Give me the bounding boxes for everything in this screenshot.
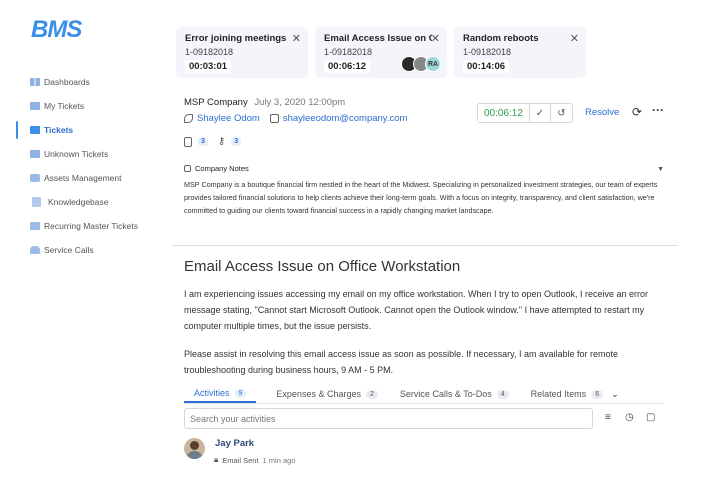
- company-notes-header[interactable]: Company Notes: [184, 164, 664, 173]
- ticket-contact: Shaylee Odom shayleeodom@company.com: [184, 113, 407, 124]
- sidebar-item-label: Dashboards: [44, 77, 90, 87]
- phone-icon: [184, 114, 193, 123]
- tab-related-items[interactable]: Related Items 6: [529, 385, 605, 403]
- tab-service-calls-todos[interactable]: Service Calls & To-Dos 4: [398, 385, 511, 403]
- viewer-avatars: RA: [401, 56, 441, 72]
- ticket-tab[interactable]: Error joining meetings 1-09182018 00:03:…: [176, 27, 308, 78]
- avatar: RA: [425, 56, 441, 72]
- description-paragraph: I am experiencing issues accessing my em…: [184, 289, 649, 331]
- ticket-icon: [30, 102, 40, 110]
- company-notes: Company Notes ▼ MSP Company is a boutiqu…: [184, 164, 664, 217]
- ticket-date: July 3, 2020 12:00pm: [254, 97, 346, 108]
- avatar: [184, 438, 205, 459]
- ticket-tab-title: Random reboots: [463, 33, 539, 44]
- ticket-tab-number: 1-09182018: [463, 47, 512, 57]
- refresh-icon[interactable]: ⟳: [632, 105, 642, 119]
- sidebar-item-my-tickets[interactable]: My Tickets: [0, 94, 170, 118]
- tab-activities[interactable]: Activities 9: [184, 385, 257, 403]
- ticket-tab-timer: 00:14:06: [463, 60, 510, 73]
- activity-time: 1 min ago: [262, 455, 296, 465]
- sidebar-item-dashboards[interactable]: Dashboards: [0, 70, 170, 94]
- email-icon: [269, 114, 279, 123]
- divider: [172, 245, 678, 246]
- chevron-down-icon[interactable]: ▼: [657, 166, 664, 173]
- ticket-tab-number: 1-09182018: [185, 47, 234, 57]
- chevron-down-icon[interactable]: ⌄: [611, 389, 619, 400]
- sidebar-item-knowledgebase[interactable]: Knowledgebase: [0, 190, 170, 214]
- sidebar-item-tickets[interactable]: Tickets: [0, 118, 170, 142]
- key-icon[interactable]: ⚷: [218, 136, 225, 147]
- search-activities-input[interactable]: [184, 408, 593, 429]
- box-icon: [30, 174, 40, 182]
- ticket-timer: 00:06:12: [478, 104, 530, 122]
- activity-meta: 🔒︎ Email Sent 1 min ago: [214, 455, 295, 465]
- sidebar-item-label: Tickets: [44, 125, 74, 135]
- sidebar-nav: Dashboards My Tickets Tickets Unknown Ti…: [0, 70, 170, 262]
- keys-count: 3: [231, 137, 242, 146]
- sidebar-item-label: Service Calls: [44, 245, 94, 255]
- company-name: MSP Company: [184, 97, 248, 108]
- ticket-counts: 3 ⚷ 3: [184, 136, 242, 147]
- close-icon[interactable]: ✕: [431, 32, 440, 45]
- ticket-tab[interactable]: Random reboots 1-09182018 00:14:06 ✕: [454, 27, 586, 78]
- tab-count: 2: [365, 389, 378, 399]
- contact-email-link[interactable]: shayleeodom@company.com: [283, 113, 408, 124]
- filter-icon[interactable]: ≡: [605, 412, 611, 423]
- sidebar-item-label: Recurring Master Tickets: [44, 221, 138, 231]
- ticket-tab-timer: 00:06:12: [324, 60, 371, 73]
- attachments-count: 3: [198, 137, 208, 146]
- close-icon[interactable]: ✕: [292, 32, 301, 45]
- bms-logo[interactable]: BMS: [31, 16, 82, 44]
- company-notes-title: Company Notes: [195, 164, 249, 173]
- ticket-description: I am experiencing issues accessing my em…: [184, 286, 664, 390]
- clock-icon[interactable]: ◷: [625, 412, 634, 423]
- sidebar-item-unknown-tickets[interactable]: Unknown Tickets: [0, 142, 170, 166]
- phone-icon: [30, 246, 40, 254]
- more-icon[interactable]: ···: [652, 103, 664, 117]
- tab-count: 6: [591, 389, 604, 399]
- ticket-tab-title: Email Access Issue on Office Workstation: [324, 33, 432, 44]
- tab-count: 9: [234, 388, 247, 398]
- tab-expenses-charges[interactable]: Expenses & Charges 2: [274, 385, 379, 403]
- notes-icon: [184, 165, 191, 172]
- ticket-timer-control: 00:06:12 ✓ ↺: [477, 103, 573, 123]
- sidebar-item-service-calls[interactable]: Service Calls: [0, 238, 170, 262]
- sidebar-item-label: Knowledgebase: [48, 197, 109, 207]
- company-notes-text: MSP Company is a boutique financial firm…: [184, 180, 658, 215]
- sidebar-item-label: Assets Management: [44, 173, 122, 183]
- tab-label: Activities: [194, 388, 230, 398]
- tab-label: Service Calls & To-Dos: [399, 389, 492, 399]
- ticket-tab-timer: 00:03:01: [185, 60, 232, 73]
- ticket-tab-title: Error joining meetings: [185, 33, 287, 44]
- book-icon: [32, 197, 41, 207]
- sidebar-item-assets-management[interactable]: Assets Management: [0, 166, 170, 190]
- recurring-icon: [30, 222, 40, 230]
- document-icon[interactable]: [184, 136, 192, 147]
- ticket-subject: Email Access Issue on Office Workstation: [184, 258, 461, 275]
- dashboard-icon: [30, 78, 40, 86]
- sidebar-item-label: My Tickets: [44, 101, 85, 111]
- sidebar-item-label: Unknown Tickets: [44, 149, 109, 159]
- description-paragraph: Please assist in resolving this email ac…: [184, 349, 619, 375]
- ticket-header: MSP Company July 3, 2020 12:00pm: [184, 97, 345, 108]
- activity-tabs: Activities 9 Expenses & Charges 2 Servic…: [184, 385, 664, 404]
- close-icon[interactable]: ✕: [570, 32, 579, 45]
- activity-item: Jay Park 🔒︎ Email Sent 1 min ago: [184, 438, 295, 465]
- ticket-icon: [30, 126, 40, 134]
- contact-name-link[interactable]: Shaylee Odom: [197, 113, 260, 124]
- ticket-icon: [30, 150, 40, 158]
- activity-type: Email Sent: [222, 455, 259, 465]
- sidebar-item-recurring-master-tickets[interactable]: Recurring Master Tickets: [0, 214, 170, 238]
- resolve-button[interactable]: Resolve: [585, 107, 619, 118]
- reset-icon[interactable]: ↺: [551, 104, 572, 122]
- tab-label: Related Items: [530, 389, 587, 399]
- ticket-tabs-bar: Error joining meetings 1-09182018 00:03:…: [176, 27, 586, 78]
- check-icon[interactable]: ✓: [530, 104, 551, 122]
- tab-count: 4: [496, 389, 509, 399]
- note-icon[interactable]: ▢: [646, 412, 655, 423]
- tab-label: Expenses & Charges: [276, 389, 361, 399]
- lock-icon: 🔒︎: [214, 455, 219, 464]
